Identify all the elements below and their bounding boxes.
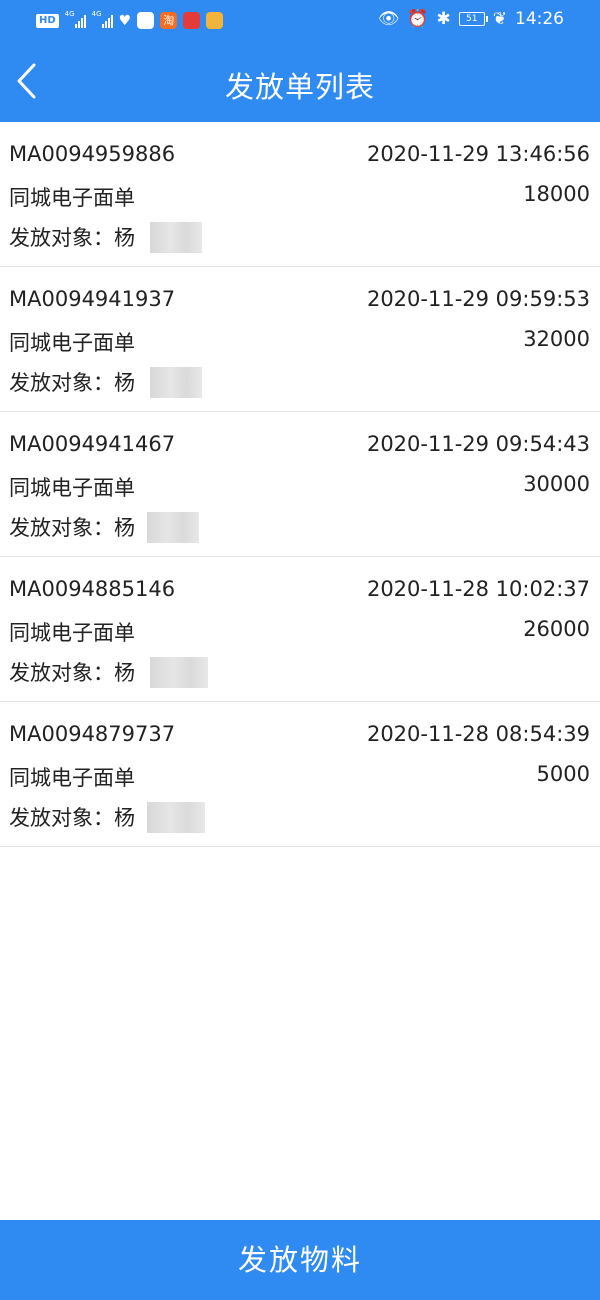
leaf-icon: ❦ — [492, 9, 507, 29]
order-number: MA0094879737 — [9, 722, 176, 746]
order-quantity: 30000 — [523, 472, 590, 496]
issue-materials-button[interactable]: 发放物料 — [0, 1220, 600, 1300]
signal-icon-2: 4G — [92, 10, 113, 28]
order-number: MA0094959886 — [9, 142, 176, 166]
eye-icon: 👁 — [377, 9, 400, 29]
order-recipient: 发放对象：杨 — [9, 516, 135, 540]
status-bar: HD 4G 4G ♥ 淘 👁 ⏰ ✱ 51 ❦ 14:26 — [0, 0, 600, 42]
order-recipient: 发放对象：杨 — [9, 806, 135, 830]
order-type: 同城电子面单 — [9, 186, 135, 210]
redacted-name — [147, 802, 205, 833]
order-number: MA0094941467 — [9, 432, 176, 456]
order-type: 同城电子面单 — [9, 621, 135, 645]
order-time: 2020-11-28 08:54:39 — [366, 722, 590, 746]
order-list: MA0094959886 2020-11-29 13:46:56 同城电子面单 … — [0, 122, 600, 847]
redacted-name — [150, 657, 208, 688]
redacted-name — [150, 367, 202, 398]
order-quantity: 26000 — [523, 617, 590, 641]
redacted-name — [150, 222, 202, 253]
browser-app-icon — [137, 12, 155, 29]
gift-app-icon — [206, 12, 224, 29]
order-time: 2020-11-28 10:02:37 — [366, 577, 590, 601]
order-type: 同城电子面单 — [9, 476, 135, 500]
list-item[interactable]: MA0094879737 2020-11-28 08:54:39 同城电子面单 … — [0, 702, 600, 847]
order-recipient: 发放对象：杨 — [9, 226, 135, 250]
list-item[interactable]: MA0094941937 2020-11-29 09:59:53 同城电子面单 … — [0, 267, 600, 412]
redacted-name — [147, 512, 199, 543]
order-number: MA0094885146 — [9, 577, 176, 601]
order-time: 2020-11-29 09:59:53 — [366, 287, 590, 311]
order-quantity: 32000 — [523, 327, 590, 351]
order-recipient: 发放对象：杨 — [9, 661, 135, 685]
order-number: MA0094941937 — [9, 287, 176, 311]
alarm-icon: ⏰ — [407, 9, 429, 29]
order-quantity: 5000 — [536, 762, 590, 786]
hd-icon: HD — [36, 13, 59, 28]
heart-icon: ♥ — [118, 12, 132, 29]
battery-icon: 51 — [458, 12, 488, 26]
list-item[interactable]: MA0094941467 2020-11-29 09:54:43 同城电子面单 … — [0, 412, 600, 557]
order-quantity: 18000 — [523, 182, 590, 206]
taobao-app-icon: 淘 — [160, 12, 178, 29]
order-time: 2020-11-29 13:46:56 — [366, 142, 590, 166]
order-time: 2020-11-29 09:54:43 — [366, 432, 590, 456]
bluetooth-icon: ✱ — [436, 9, 451, 29]
page-title: 发放单列表 — [224, 70, 375, 104]
book-app-icon — [183, 12, 201, 29]
order-recipient: 发放对象：杨 — [9, 371, 135, 395]
clock-time: 14:26 — [515, 9, 564, 29]
nav-bar: 发放单列表 — [0, 42, 600, 122]
list-item[interactable]: MA0094885146 2020-11-28 10:02:37 同城电子面单 … — [0, 557, 600, 702]
signal-icon: 4G — [65, 10, 86, 28]
order-type: 同城电子面单 — [9, 766, 135, 790]
list-item[interactable]: MA0094959886 2020-11-29 13:46:56 同城电子面单 … — [0, 122, 600, 267]
order-type: 同城电子面单 — [9, 331, 135, 355]
